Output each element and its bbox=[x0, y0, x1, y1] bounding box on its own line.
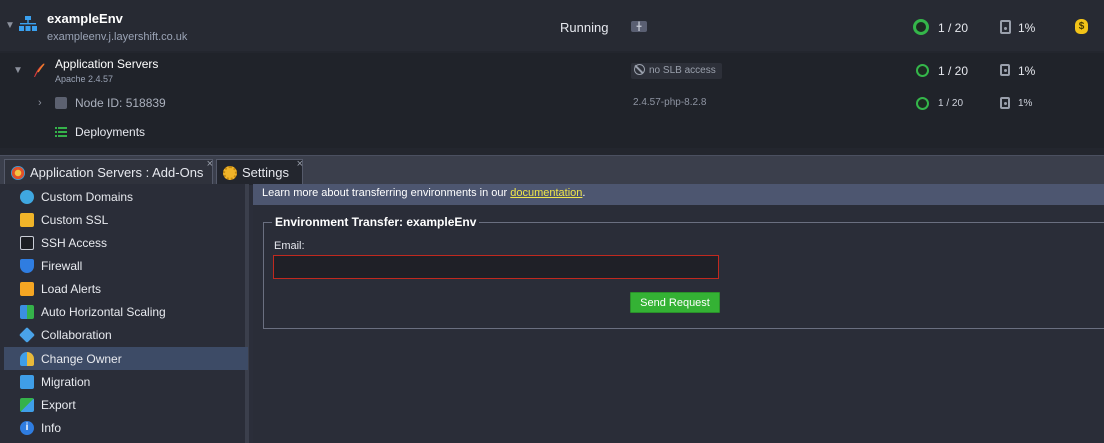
node-cloudlets: 1 / 20 bbox=[938, 98, 964, 109]
sidebar-item-label: Firewall bbox=[41, 258, 83, 273]
fieldset-title: Environment Transfer: exampleEnv bbox=[272, 215, 480, 229]
migration-icon bbox=[20, 374, 34, 389]
chevron-right-icon[interactable]: › bbox=[38, 97, 42, 109]
gear-icon bbox=[223, 165, 237, 180]
export-icon bbox=[20, 397, 34, 412]
sidebar-item-info[interactable]: i Info bbox=[4, 416, 248, 439]
sidebar-item-label: SSH Access bbox=[41, 235, 108, 250]
disk-icon bbox=[1000, 20, 1011, 37]
environment-status: Running bbox=[560, 20, 609, 35]
certificate-icon bbox=[20, 212, 34, 227]
disk-icon bbox=[1000, 64, 1010, 79]
email-label: Email: bbox=[274, 240, 305, 252]
slb-status-badge: no SLB access bbox=[631, 63, 722, 79]
cloudlet-icon bbox=[916, 64, 929, 80]
change-owner-panel: Learn more about transferring environmen… bbox=[253, 184, 1104, 443]
money-bag-icon[interactable]: $ bbox=[1075, 19, 1088, 34]
users-icon bbox=[20, 351, 34, 366]
sidebar-item-migration[interactable]: Migration bbox=[4, 370, 248, 393]
slb-status-text: no SLB access bbox=[649, 65, 716, 76]
scaling-icon bbox=[20, 304, 34, 319]
documentation-link[interactable]: documentation bbox=[510, 187, 582, 199]
shield-icon bbox=[20, 258, 34, 273]
environment-topology-icon bbox=[19, 16, 37, 35]
sidebar-item-label: Collaboration bbox=[41, 327, 112, 342]
sidebar-item-label: Export bbox=[41, 397, 76, 412]
sidebar-item-label: Custom Domains bbox=[41, 189, 134, 204]
app-servers-disk-usage: 1% bbox=[1018, 64, 1036, 78]
disk-icon bbox=[1000, 97, 1010, 112]
sidebar-item-label: Change Owner bbox=[41, 351, 122, 366]
application-servers-row[interactable]: ▼ Application Servers Apache 2.4.57 no S… bbox=[0, 53, 1104, 89]
info-text: Learn more about transferring environmen… bbox=[262, 187, 511, 199]
settings-sidebar: Custom Domains Custom SSL SSH Access Fir… bbox=[0, 184, 249, 443]
sidebar-item-export[interactable]: Export bbox=[4, 393, 248, 416]
application-servers-version: Apache 2.4.57 bbox=[55, 74, 114, 84]
sidebar-item-ssh-access[interactable]: SSH Access bbox=[4, 231, 248, 254]
environment-panel: ▼ exampleEnv exampleenv.j.layershift.co.… bbox=[0, 0, 1104, 155]
email-input[interactable] bbox=[273, 255, 719, 279]
sidebar-item-change-owner[interactable]: Change Owner bbox=[4, 347, 248, 370]
deployments-label[interactable]: Deployments bbox=[75, 125, 145, 139]
sidebar-item-label: Info bbox=[41, 420, 62, 435]
no-access-icon bbox=[634, 64, 645, 75]
sidebar-item-custom-domains[interactable]: Custom Domains bbox=[4, 185, 248, 208]
info-tail: . bbox=[582, 187, 586, 199]
application-servers-title[interactable]: Application Servers bbox=[55, 57, 158, 71]
tab-settings[interactable]: Settings × bbox=[216, 158, 303, 185]
node-disk-usage: 1% bbox=[1018, 98, 1033, 109]
sidebar-item-auto-horizontal-scaling[interactable]: Auto Horizontal Scaling bbox=[4, 300, 248, 323]
sidebar-item-firewall[interactable]: Firewall bbox=[4, 254, 248, 277]
tab-label: Application Servers : Add-Ons bbox=[30, 165, 204, 180]
sidebar-item-load-alerts[interactable]: Load Alerts bbox=[4, 277, 248, 300]
uk-flag-icon: ╋ bbox=[631, 21, 647, 32]
close-icon[interactable]: × bbox=[207, 158, 213, 170]
sidebar-item-label: Load Alerts bbox=[41, 281, 102, 296]
node-id-label[interactable]: Node ID: 518839 bbox=[75, 96, 166, 110]
info-icon: i bbox=[20, 420, 34, 435]
environment-cloudlets: 1 / 20 bbox=[938, 21, 969, 35]
globe-icon bbox=[20, 189, 34, 204]
alert-icon bbox=[20, 281, 34, 296]
sidebar-item-collaboration[interactable]: Collaboration bbox=[4, 323, 248, 346]
environment-name[interactable]: exampleEnv bbox=[47, 11, 123, 26]
collaboration-icon bbox=[19, 326, 35, 343]
deployments-row[interactable]: Deployments bbox=[0, 118, 1104, 148]
addons-icon bbox=[11, 165, 25, 180]
environment-disk-usage: 1% bbox=[1018, 21, 1036, 35]
deployments-list-icon bbox=[55, 126, 67, 141]
info-bar: Learn more about transferring environmen… bbox=[253, 184, 1104, 205]
tab-application-servers-addons[interactable]: Application Servers : Add-Ons × bbox=[4, 158, 213, 185]
chevron-down-icon[interactable]: ▼ bbox=[13, 65, 23, 76]
sidebar-item-custom-ssl[interactable]: Custom SSL bbox=[4, 208, 248, 231]
app-servers-cloudlets: 1 / 20 bbox=[938, 64, 969, 78]
tab-label: Settings bbox=[242, 165, 289, 180]
terminal-icon bbox=[20, 235, 34, 250]
sidebar-item-label: Auto Horizontal Scaling bbox=[41, 304, 166, 319]
sidebar-item-label: Migration bbox=[41, 374, 91, 389]
environment-transfer-fieldset: Environment Transfer: exampleEnv Email: … bbox=[263, 215, 1104, 329]
sidebar-item-label: Custom SSL bbox=[41, 212, 109, 227]
environment-row[interactable]: ▼ exampleEnv exampleenv.j.layershift.co.… bbox=[0, 0, 1104, 51]
send-request-button[interactable]: Send Request bbox=[630, 292, 720, 313]
apache-feather-icon bbox=[32, 62, 46, 81]
node-version: 2.4.57-php-8.2.8 bbox=[633, 97, 707, 108]
node-server-icon bbox=[55, 97, 67, 109]
chevron-down-icon[interactable]: ▼ bbox=[5, 20, 15, 31]
node-row[interactable]: › Node ID: 518839 2.4.57-php-8.2.8 1 / 2… bbox=[0, 89, 1104, 118]
environment-domain-link[interactable]: exampleenv.j.layershift.co.uk bbox=[47, 31, 187, 43]
cloudlet-icon bbox=[916, 97, 929, 113]
tabs-bar: Application Servers : Add-Ons × Settings… bbox=[0, 155, 1104, 185]
close-icon[interactable]: × bbox=[297, 158, 303, 170]
cloudlet-icon bbox=[913, 19, 929, 38]
